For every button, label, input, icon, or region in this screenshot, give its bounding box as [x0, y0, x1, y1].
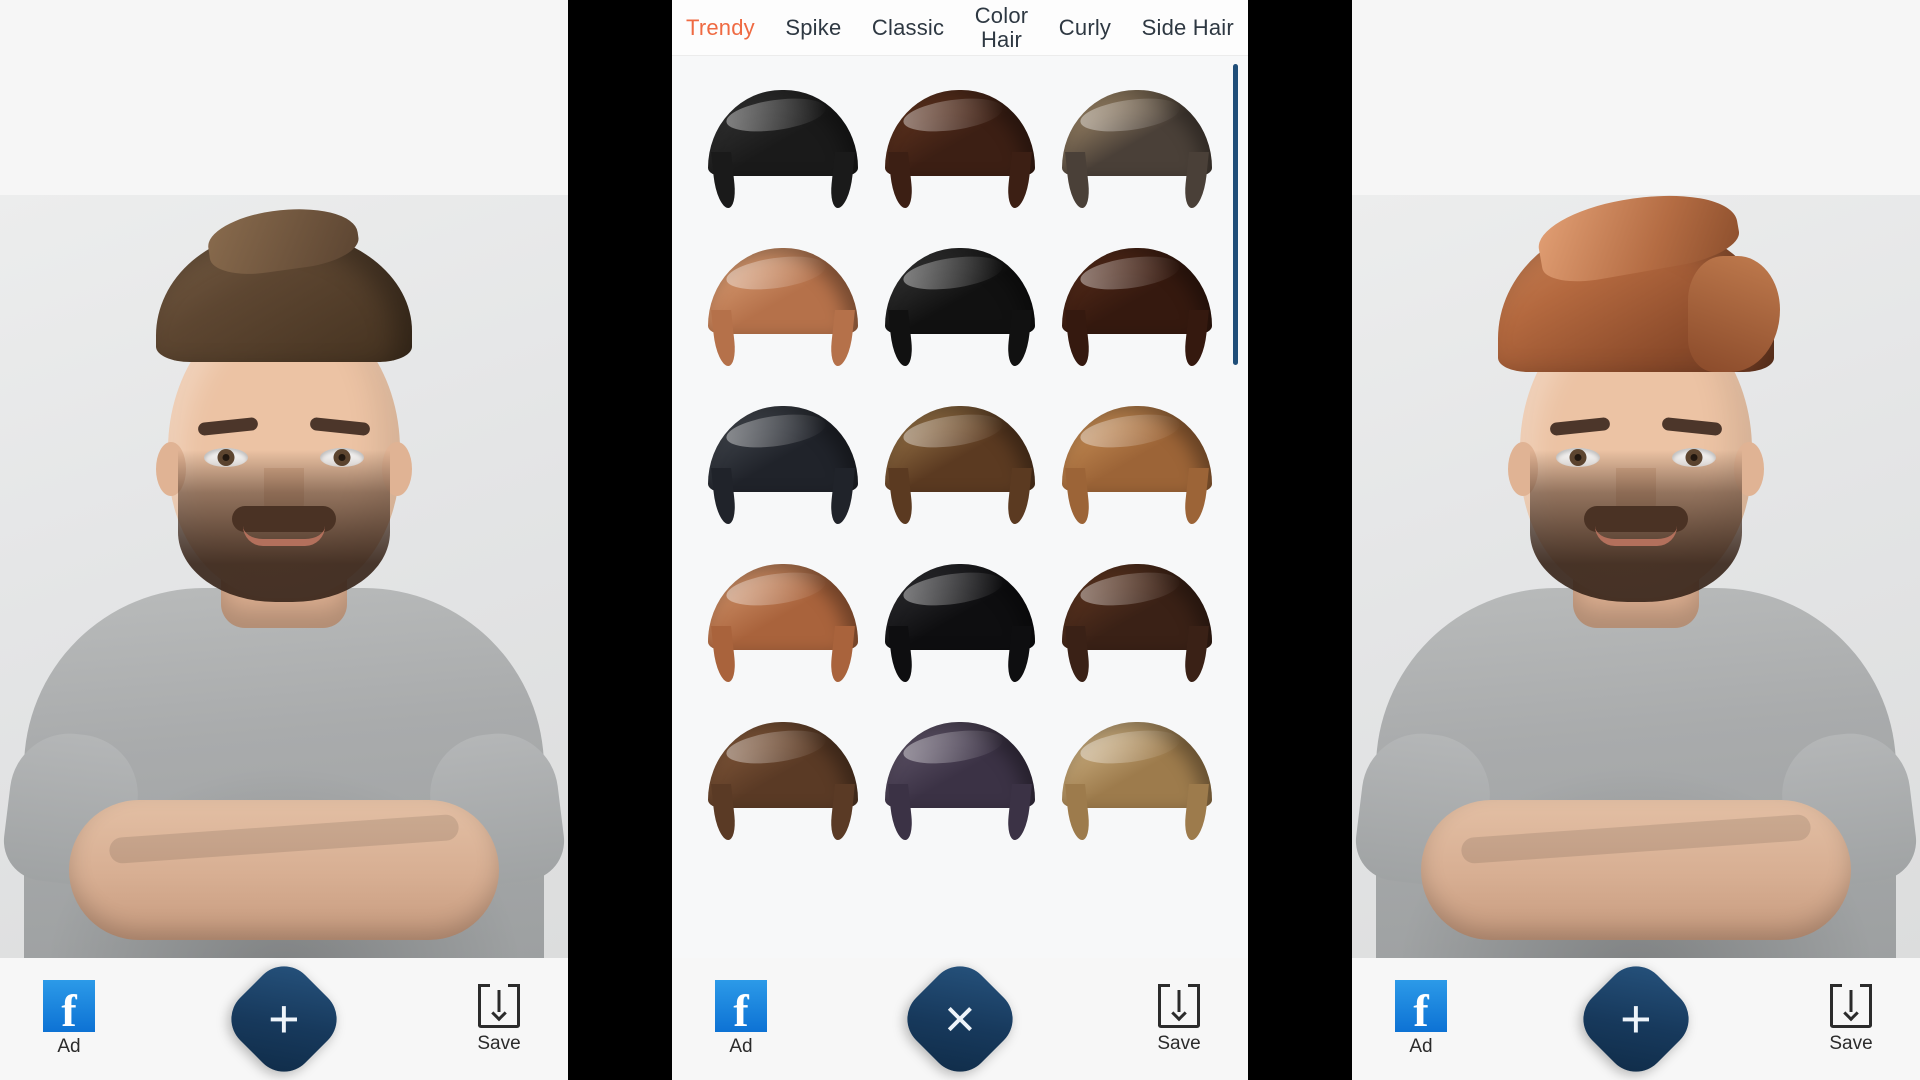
- crossed-arms: [1421, 800, 1851, 940]
- save-button[interactable]: Save: [1136, 983, 1222, 1055]
- facebook-icon: f: [715, 980, 767, 1033]
- hairstyle-thumbnail: [884, 722, 1035, 840]
- ad-button[interactable]: f Ad: [1378, 980, 1464, 1058]
- hairstyle-thumbnail: [707, 406, 858, 524]
- eyebrow-right: [1661, 416, 1723, 437]
- before-top-strip: [0, 0, 568, 195]
- category-tab-bar: Trendy Spike Classic Color Hair Curly Si…: [672, 0, 1248, 56]
- eyebrow-right: [309, 416, 371, 437]
- tab-color-hair[interactable]: Color Hair: [975, 4, 1029, 50]
- eyebrow-left: [197, 416, 259, 437]
- facebook-icon: f: [1395, 980, 1447, 1033]
- tab-side-hair[interactable]: Side Hair: [1142, 16, 1234, 39]
- hairstyle-thumbnail: [707, 90, 858, 208]
- hairstyle-picker-panel: Trendy Spike Classic Color Hair Curly Si…: [672, 0, 1248, 1080]
- before-subject-figure: [0, 230, 568, 958]
- panel-divider-right: [1248, 0, 1352, 1080]
- download-icon: [1830, 983, 1872, 1028]
- hairstyle-scrollbar-track[interactable]: [1233, 64, 1238, 950]
- picker-action-bar: f Ad × Save: [672, 953, 1248, 1080]
- hairstyle-thumbnail: [707, 248, 858, 366]
- ad-label: Ad: [57, 1036, 81, 1057]
- save-label: Save: [1829, 1032, 1873, 1054]
- tab-classic[interactable]: Classic: [872, 16, 944, 39]
- after-photo-stage[interactable]: [1352, 195, 1920, 958]
- crossed-arms: [69, 800, 499, 940]
- close-picker-button[interactable]: ×: [894, 953, 1026, 1080]
- hairstyle-thumbnail: [884, 248, 1035, 366]
- close-icon: ×: [944, 988, 976, 1049]
- hairstyle-item[interactable]: [871, 702, 1048, 860]
- hairstyle-item[interactable]: [1049, 544, 1226, 702]
- eyebrow-left: [1549, 416, 1611, 437]
- add-photo-button[interactable]: +: [218, 953, 350, 1080]
- hairstyle-thumbnail: [1062, 722, 1213, 840]
- download-icon: [1158, 983, 1200, 1028]
- hairstyle-item[interactable]: [1049, 70, 1226, 228]
- hairstyle-item[interactable]: [694, 702, 871, 860]
- hairstyle-item[interactable]: [694, 70, 871, 228]
- before-photo-stage[interactable]: [0, 195, 568, 958]
- save-button[interactable]: Save: [456, 983, 542, 1055]
- after-action-bar: f Ad + Save: [1352, 953, 1920, 1080]
- panel-divider-left: [568, 0, 672, 1080]
- hairstyle-item[interactable]: [871, 228, 1048, 386]
- ad-label: Ad: [1409, 1036, 1433, 1057]
- hairstyle-item[interactable]: [871, 386, 1048, 544]
- applied-hairstyle: [1498, 220, 1780, 372]
- hairstyle-thumbnail: [884, 564, 1035, 682]
- after-photo-panel: f Ad + Save: [1352, 0, 1920, 1080]
- hairstyle-thumbnail: [1062, 90, 1213, 208]
- hairstyle-item[interactable]: [1049, 702, 1226, 860]
- mouth: [243, 526, 325, 546]
- ad-button[interactable]: f Ad: [698, 980, 784, 1058]
- arm-fold: [108, 813, 460, 865]
- mouth: [1595, 526, 1677, 546]
- plus-icon: +: [268, 988, 300, 1049]
- before-action-bar: f Ad + Save: [0, 953, 568, 1080]
- hairstyle-thumbnail: [707, 564, 858, 682]
- hairstyle-thumbnail: [884, 90, 1035, 208]
- tab-spike[interactable]: Spike: [785, 16, 841, 39]
- hairstyle-thumbnail: [707, 722, 858, 840]
- original-hair: [156, 230, 412, 362]
- add-photo-button[interactable]: +: [1570, 953, 1702, 1080]
- tab-curly[interactable]: Curly: [1059, 16, 1111, 39]
- hairstyle-item[interactable]: [1049, 386, 1226, 544]
- after-subject-figure: [1352, 220, 1920, 958]
- hairstyle-item[interactable]: [871, 70, 1048, 228]
- hairstyle-item[interactable]: [694, 544, 871, 702]
- hairstyle-thumbnail: [1062, 406, 1213, 524]
- hairstyle-grid-wrapper: [672, 56, 1248, 958]
- save-button[interactable]: Save: [1808, 983, 1894, 1055]
- hairstyle-item[interactable]: [694, 228, 871, 386]
- before-photo-panel: f Ad + Save: [0, 0, 568, 1080]
- ad-button[interactable]: f Ad: [26, 980, 112, 1058]
- hairstyle-grid: [672, 56, 1248, 860]
- tab-trendy[interactable]: Trendy: [686, 16, 755, 39]
- facebook-icon: f: [43, 980, 95, 1033]
- plus-icon: +: [1620, 988, 1652, 1049]
- save-label: Save: [477, 1032, 521, 1054]
- hairstyle-thumbnail: [1062, 564, 1213, 682]
- hairstyle-thumbnail: [884, 406, 1035, 524]
- hairstyle-item[interactable]: [871, 544, 1048, 702]
- hairstyle-thumbnail: [1062, 248, 1213, 366]
- hairstyle-item[interactable]: [1049, 228, 1226, 386]
- download-icon: [478, 983, 520, 1028]
- after-top-strip: [1352, 0, 1920, 195]
- arm-fold: [1460, 813, 1812, 865]
- app-root: f Ad + Save Trendy Spike Classic Color H…: [0, 0, 1920, 1080]
- hairstyle-scrollbar-thumb[interactable]: [1233, 64, 1238, 366]
- hairstyle-item[interactable]: [694, 386, 871, 544]
- save-label: Save: [1157, 1032, 1201, 1054]
- ad-label: Ad: [729, 1036, 753, 1057]
